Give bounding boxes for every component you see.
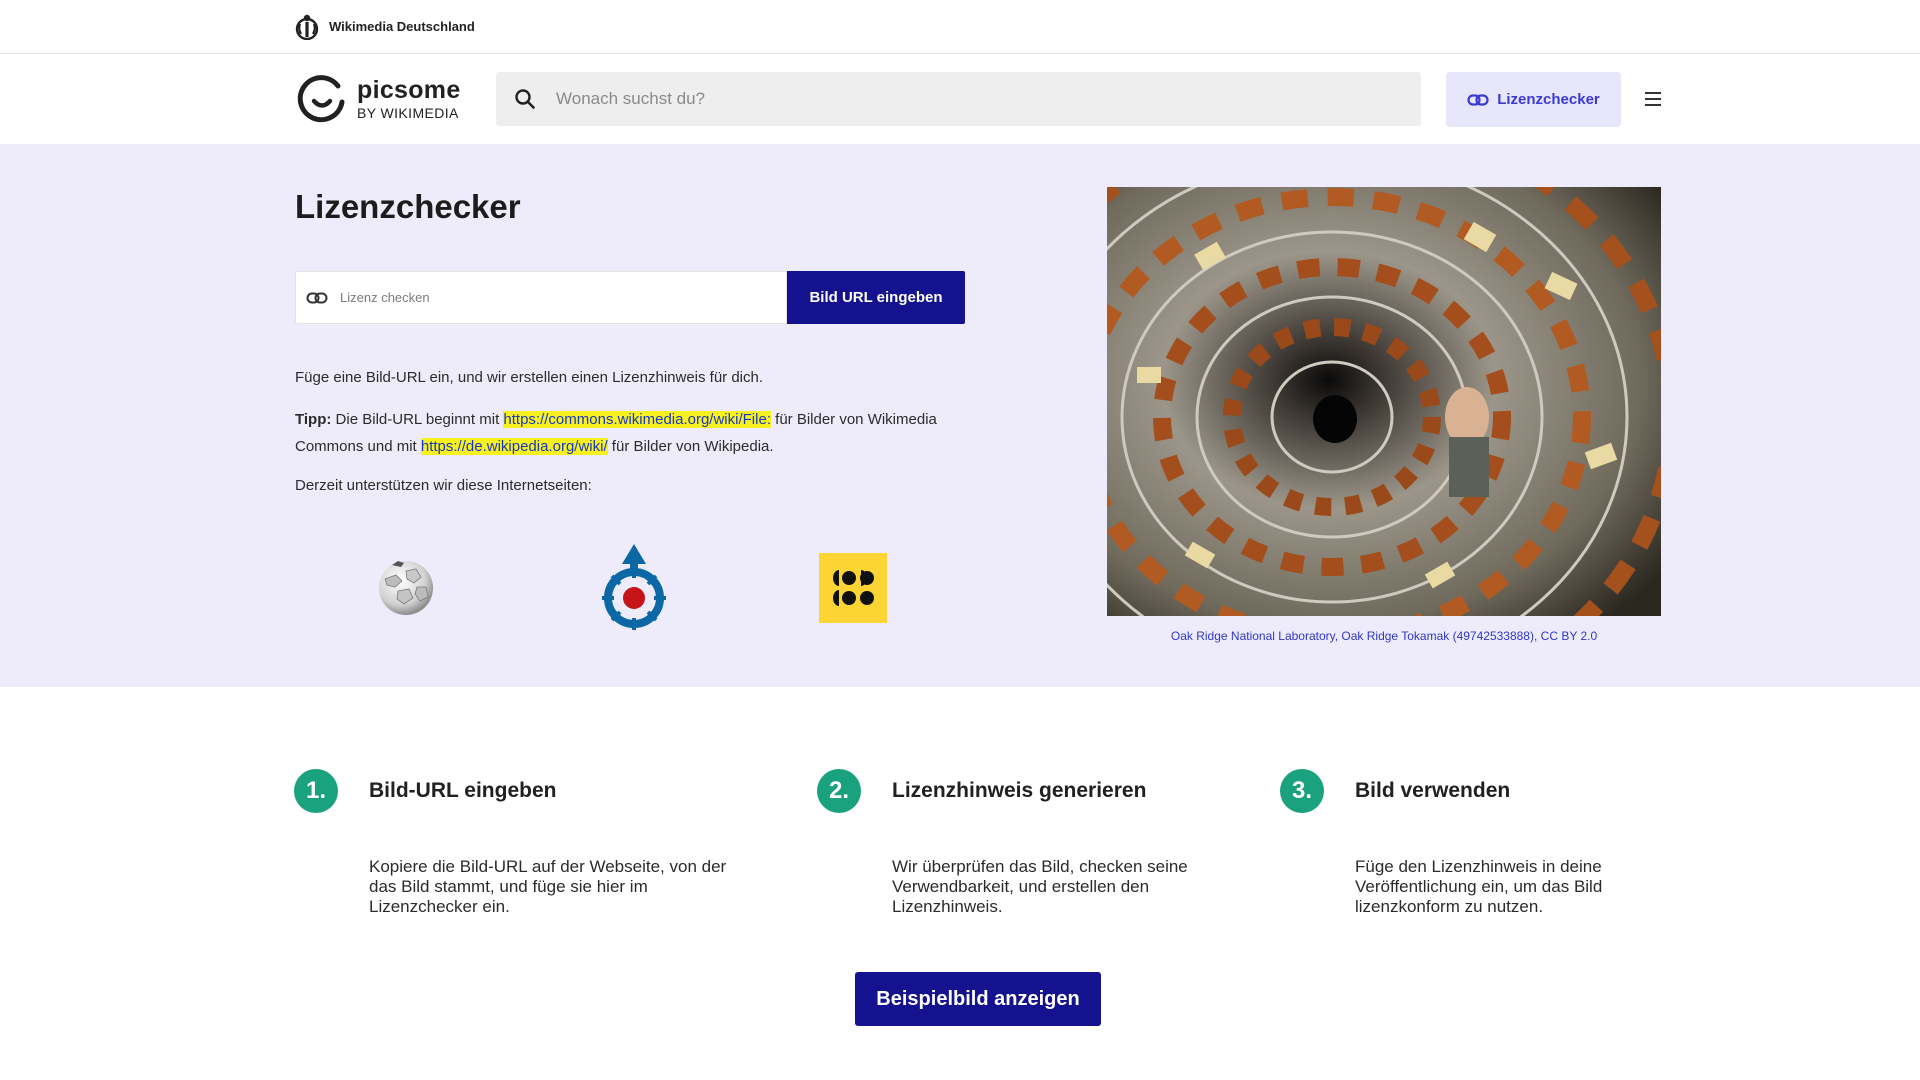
step-number: 2. [817, 769, 861, 813]
page-title: Lizenzchecker [295, 188, 521, 225]
wikimedia-deutschland-link[interactable]: Wikimedia Deutschland [294, 13, 475, 40]
license-url-input[interactable] [340, 290, 770, 305]
wikimedia-deutschland-label: Wikimedia Deutschland [329, 19, 475, 34]
step-title: Bild verwenden [1355, 779, 1511, 802]
picsome-logo-icon [297, 75, 345, 123]
step-description: Kopiere die Bild-URL auf der Webseite, v… [369, 857, 727, 916]
tip-part-3: für Bilder von Wikipedia. [607, 438, 774, 455]
step-description: Füge den Lizenzhinweis in deine Veröffen… [1355, 857, 1603, 916]
wikimedia-logo-icon [295, 14, 319, 40]
tip-text: Tipp: Die Bild-URL beginnt mit https://c… [295, 406, 975, 460]
step-number: 3. [1280, 769, 1324, 813]
license-check-form: Bild URL eingeben [295, 271, 965, 324]
search-input[interactable] [556, 89, 1356, 109]
tip-label: Tipp: [295, 411, 332, 428]
wikimedia-commons-icon [594, 542, 674, 641]
intro-text: Füge eine Bild-URL ein, und wir erstelle… [295, 369, 764, 386]
hamburger-icon[interactable] [1641, 88, 1665, 110]
picsome-logo[interactable]: picsome BY WIKIMEDIA [297, 74, 461, 124]
yellow-dots-logo-icon [819, 553, 887, 623]
commons-url-link[interactable]: https://commons.wikimedia.org/wiki/File: [503, 411, 771, 428]
site-header: picsome BY WIKIMEDIA Lizenzchecker [0, 55, 1920, 144]
logo-subtitle: BY WIKIMEDIA [357, 105, 459, 121]
search-bar[interactable] [496, 72, 1421, 126]
step-description: Wir überprüfen das Bild, checken seine V… [892, 857, 1188, 916]
search-icon [515, 89, 535, 109]
photo-caption-link[interactable]: Oak Ridge National Laboratory, Oak Ridge… [1107, 629, 1661, 643]
top-bar: Wikimedia Deutschland [0, 0, 1920, 54]
tip-part-1: Die Bild-URL beginnt mit [331, 411, 504, 428]
step-title: Lizenzhinweis generieren [892, 779, 1147, 802]
example-photo [1107, 187, 1661, 616]
wikipedia-globe-icon [376, 557, 436, 622]
show-example-button[interactable]: Beispielbild anzeigen [855, 972, 1101, 1026]
wikipedia-url-link[interactable]: https://de.wikipedia.org/wiki/ [421, 438, 608, 455]
supported-sites-intro: Derzeit unterstützen wir diese Internets… [295, 477, 592, 494]
submit-url-button[interactable]: Bild URL eingeben [787, 271, 965, 324]
logo-name: picsome [357, 76, 461, 104]
license-checker-label: Lizenzchecker [1497, 91, 1600, 108]
step-title: Bild-URL eingeben [369, 779, 557, 802]
link-icon [1467, 93, 1489, 106]
license-checker-button[interactable]: Lizenzchecker [1446, 72, 1621, 127]
hero-section: Lizenzchecker Bild URL eingeben Füge ein… [0, 144, 1920, 687]
step-number: 1. [294, 769, 338, 813]
license-url-field[interactable] [295, 271, 787, 324]
link-icon [306, 292, 328, 303]
